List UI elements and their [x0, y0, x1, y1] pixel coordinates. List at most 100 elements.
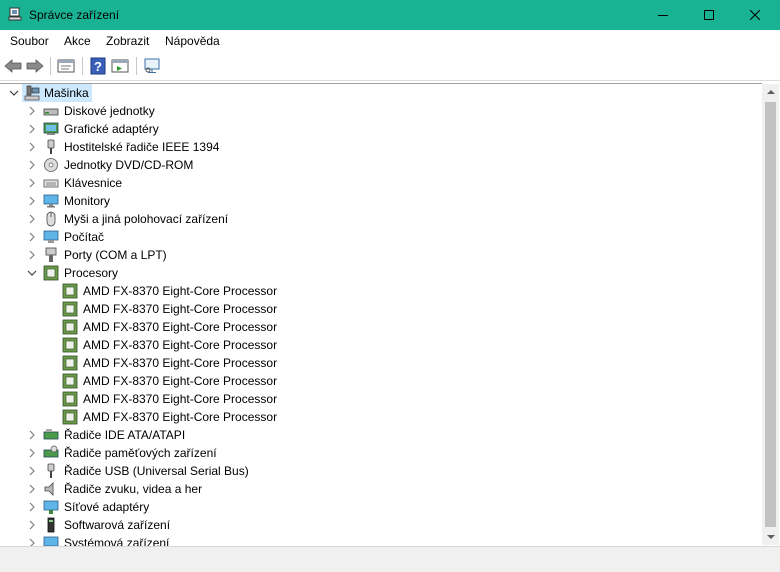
chevron-down-icon[interactable]	[8, 87, 20, 99]
help-button[interactable]: ?	[88, 56, 108, 76]
scroll-up-button[interactable]	[762, 84, 779, 100]
tree-device-row[interactable]: AMD FX-8370 Eight-Core Processor	[0, 390, 762, 408]
toolbar-separator	[136, 57, 137, 75]
processor-icon	[62, 355, 78, 371]
tree-category-row[interactable]: Síťové adaptéry	[0, 498, 762, 516]
chevron-right-icon[interactable]	[26, 537, 38, 546]
chevron-right-icon[interactable]	[26, 447, 38, 459]
tree-device-row[interactable]: AMD FX-8370 Eight-Core Processor	[0, 318, 762, 336]
disk-drive-icon	[43, 108, 59, 116]
forward-button[interactable]	[25, 56, 45, 76]
tree-device-label: AMD FX-8370 Eight-Core Processor	[83, 338, 278, 352]
vertical-scrollbar[interactable]	[762, 84, 779, 545]
tree-category-row[interactable]: Řadiče paměťových zařízení	[0, 444, 762, 462]
tree-category-row[interactable]: Porty (COM a LPT)	[0, 246, 762, 264]
tree-category-row[interactable]: Hostitelské řadiče IEEE 1394	[0, 138, 762, 156]
maximize-icon	[704, 10, 714, 20]
toolbar-separator	[82, 57, 83, 75]
back-button[interactable]	[3, 56, 23, 76]
ieee1394-icon	[47, 139, 55, 154]
monitor-scan-icon	[144, 58, 160, 73]
tree-category-label: Klávesnice	[64, 176, 123, 190]
title-bar[interactable]: Správce zařízení	[0, 0, 780, 30]
storage-controller-icon	[43, 445, 59, 458]
properties-button[interactable]	[56, 56, 76, 76]
chevron-down-icon[interactable]	[26, 267, 38, 279]
chevron-right-icon[interactable]	[26, 483, 38, 495]
tree-category-label: Řadiče paměťových zařízení	[64, 446, 217, 460]
status-bar	[0, 546, 780, 572]
chevron-right-icon[interactable]	[26, 249, 38, 261]
tree-category-label: Počítač	[64, 230, 105, 244]
chevron-right-icon[interactable]	[26, 123, 38, 135]
tree-category-row[interactable]: Monitory	[0, 192, 762, 210]
tree-category-row[interactable]: Řadiče IDE ATA/ATAPI	[0, 426, 762, 444]
toolbar-separator	[50, 57, 51, 75]
menu-napoveda[interactable]: Nápověda	[165, 34, 220, 48]
chevron-right-icon[interactable]	[26, 231, 38, 243]
tree-device-row[interactable]: AMD FX-8370 Eight-Core Processor	[0, 300, 762, 318]
chevron-right-icon[interactable]	[26, 501, 38, 513]
ide-controller-icon	[43, 429, 59, 440]
tree-category-row[interactable]: Počítač	[0, 228, 762, 246]
minimize-icon	[658, 15, 668, 16]
chevron-right-icon[interactable]	[26, 159, 38, 171]
port-icon	[45, 247, 57, 262]
chevron-right-icon[interactable]	[26, 429, 38, 441]
scrollbar-thumb[interactable]	[765, 102, 776, 527]
software-device-icon	[47, 517, 55, 533]
computer-root-icon	[24, 85, 40, 101]
tree-category-row[interactable]: Diskové jednotky	[0, 102, 762, 120]
tree-device-label: AMD FX-8370 Eight-Core Processor	[83, 302, 278, 316]
chevron-right-icon[interactable]	[26, 195, 38, 207]
device-manager-app-icon	[8, 7, 22, 21]
tree-category-label: Myši a jiná polohovací zařízení	[64, 212, 229, 226]
menu-zobrazit[interactable]: Zobrazit	[106, 34, 149, 48]
tree-category-label: Řadiče zvuku, videa a her	[64, 482, 203, 496]
tree-category-label: Procesory	[64, 266, 119, 280]
chevron-right-icon[interactable]	[26, 519, 38, 531]
sound-icon	[44, 482, 54, 496]
toolbar: ?	[0, 52, 780, 81]
chevron-right-icon[interactable]	[26, 177, 38, 189]
tree-category-row[interactable]: Klávesnice	[0, 174, 762, 192]
tree-category-row[interactable]: Softwarová zařízení	[0, 516, 762, 534]
tree-category-row[interactable]: Systémová zařízení	[0, 534, 762, 546]
tree-category-label: Monitory	[64, 194, 111, 208]
tree-category-label: Řadiče USB (Universal Serial Bus)	[64, 464, 249, 478]
tree-device-row[interactable]: AMD FX-8370 Eight-Core Processor	[0, 408, 762, 426]
chevron-right-icon[interactable]	[26, 141, 38, 153]
tree-category-row[interactable]: Myši a jiná polohovací zařízení	[0, 210, 762, 228]
device-manager-window: Správce zařízení Soubor Akce Zobrazit Ná…	[0, 0, 780, 572]
tree-device-row[interactable]: AMD FX-8370 Eight-Core Processor	[0, 336, 762, 354]
svg-text:?: ?	[94, 59, 102, 74]
tree-category-row[interactable]: Řadiče zvuku, videa a her	[0, 480, 762, 498]
tree-category-row[interactable]: Řadiče USB (Universal Serial Bus)	[0, 462, 762, 480]
window-title: Správce zařízení	[29, 8, 120, 22]
chevron-right-icon[interactable]	[26, 465, 38, 477]
tree-category-row[interactable]: Jednotky DVD/CD-ROM	[0, 156, 762, 174]
tree-category-label: Porty (COM a LPT)	[64, 248, 167, 262]
scroll-down-button[interactable]	[762, 529, 779, 545]
tree-device-row[interactable]: AMD FX-8370 Eight-Core Processor	[0, 354, 762, 372]
scan-hardware-button[interactable]	[142, 56, 162, 76]
chevron-down-icon	[766, 535, 775, 539]
device-tree[interactable]: Mašinka Diskové jednotky Grafické adaptér…	[0, 83, 762, 546]
tree-device-row[interactable]: AMD FX-8370 Eight-Core Processor	[0, 282, 762, 300]
tree-category-row[interactable]: Grafické adaptéry	[0, 120, 762, 138]
tree-device-row[interactable]: AMD FX-8370 Eight-Core Processor	[0, 372, 762, 390]
menu-soubor[interactable]: Soubor	[10, 34, 49, 48]
tree-category-label: Softwarová zařízení	[64, 518, 171, 532]
close-button[interactable]	[732, 0, 778, 30]
chevron-right-icon[interactable]	[26, 213, 38, 225]
minimize-button[interactable]	[640, 0, 686, 30]
show-hidden-button[interactable]	[110, 56, 130, 76]
tree-category-row[interactable]: Procesory	[0, 264, 762, 282]
maximize-button[interactable]	[686, 0, 732, 30]
tree-root[interactable]: Mašinka	[0, 84, 762, 102]
tree-device-label: AMD FX-8370 Eight-Core Processor	[83, 320, 278, 334]
menu-akce[interactable]: Akce	[64, 34, 91, 48]
system-device-icon	[43, 536, 59, 546]
chevron-right-icon[interactable]	[26, 105, 38, 117]
forward-icon	[26, 59, 44, 73]
